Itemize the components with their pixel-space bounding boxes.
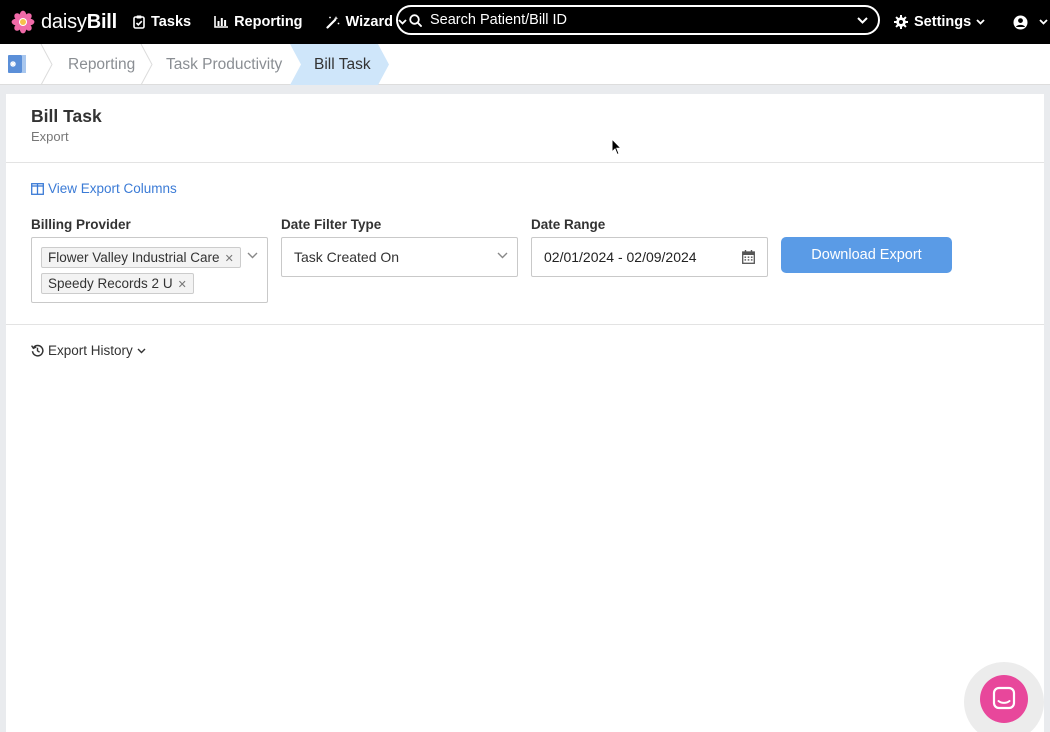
selected-provider-tag: Speedy Records 2 U ✕ <box>41 273 194 294</box>
logo-prefix: daisy <box>41 10 87 33</box>
chat-icon <box>992 686 1016 710</box>
nav-tasks[interactable]: Tasks <box>133 14 191 30</box>
nav-settings-label: Settings <box>914 14 972 30</box>
breadcrumb-reporting[interactable]: Reporting <box>68 44 135 85</box>
user-circle-icon <box>1013 15 1028 29</box>
breadcrumb-separator <box>40 44 53 85</box>
breadcrumb-task-productivity[interactable]: Task Productivity <box>166 44 282 85</box>
remove-tag-icon[interactable]: ✕ <box>225 253 234 265</box>
breadcrumb-separator <box>140 44 153 85</box>
logo-suffix: Bill <box>86 10 118 33</box>
daisy-flower-logo-icon <box>11 10 35 34</box>
nav-reporting-label: Reporting <box>234 14 303 30</box>
nav-reporting[interactable]: Reporting <box>214 14 303 30</box>
gear-icon <box>894 15 908 29</box>
search-input[interactable]: Search Patient/Bill ID <box>430 12 857 28</box>
chevron-down-icon <box>137 348 146 353</box>
page-title: Bill Task <box>31 106 102 126</box>
mouse-cursor-icon <box>611 138 622 156</box>
chevron-down-icon[interactable] <box>857 16 868 24</box>
search-icon <box>409 13 422 27</box>
selected-provider-name: Speedy Records 2 U <box>48 276 173 291</box>
download-export-button[interactable]: Download Export <box>781 237 952 273</box>
columns-icon <box>31 182 44 195</box>
calendar-icon[interactable] <box>742 250 755 264</box>
magic-wand-icon <box>325 16 339 29</box>
selected-provider-tag: Flower Valley Industrial Care ✕ <box>41 247 241 268</box>
medical-folder-icon[interactable] <box>8 54 26 74</box>
export-history-label: Export History <box>48 343 133 358</box>
breadcrumb-bill-task[interactable]: Bill Task <box>314 44 371 85</box>
bar-chart-icon <box>214 16 229 28</box>
nav-right: Settings <box>894 0 1050 44</box>
history-icon <box>31 344 44 357</box>
daisybill-logo[interactable]: daisyBill <box>11 10 117 34</box>
date-range-label: Date Range <box>531 217 606 232</box>
chevron-down-icon <box>1039 19 1048 25</box>
chevron-down-icon[interactable] <box>247 252 258 259</box>
export-history-toggle[interactable]: Export History <box>31 343 146 358</box>
date-filter-type-label: Date Filter Type <box>281 217 382 232</box>
chevron-down-icon <box>497 252 508 259</box>
date-range-value: 02/01/2024 - 02/09/2024 <box>544 249 697 265</box>
billing-provider-select[interactable]: Flower Valley Industrial Care ✕ Speedy Re… <box>31 237 268 303</box>
nav-user-menu[interactable] <box>1013 15 1050 30</box>
main-card: Bill Task Export View Export Columns Bil… <box>6 94 1044 732</box>
remove-tag-icon[interactable]: ✕ <box>178 279 187 291</box>
chevron-down-icon <box>976 19 985 25</box>
clipboard-check-icon <box>133 15 145 29</box>
nav-wizard-label: Wizard <box>345 14 393 30</box>
breadcrumb: Reporting Task Productivity Bill Task <box>0 44 1050 85</box>
view-export-columns-link[interactable]: View Export Columns <box>31 181 177 196</box>
date-range-input[interactable]: 02/01/2024 - 02/09/2024 <box>531 237 768 277</box>
nav-settings[interactable]: Settings <box>894 14 991 30</box>
chat-launcher-button[interactable] <box>980 675 1028 723</box>
date-filter-type-value: Task Created On <box>294 249 400 265</box>
nav-tasks-label: Tasks <box>151 14 192 30</box>
date-filter-type-select[interactable]: Task Created On <box>281 237 518 277</box>
view-export-columns-label: View Export Columns <box>48 181 177 196</box>
logo-wordmark: daisyBill <box>41 11 117 34</box>
page-subtitle: Export <box>31 129 69 144</box>
billing-provider-label: Billing Provider <box>31 217 131 232</box>
divider <box>6 162 1044 163</box>
search-bar[interactable]: Search Patient/Bill ID <box>396 5 880 35</box>
selected-provider-name: Flower Valley Industrial Care <box>48 250 220 265</box>
top-navbar: daisyBill Tasks Reporting Wizard Search … <box>0 0 1050 44</box>
divider <box>6 324 1044 325</box>
